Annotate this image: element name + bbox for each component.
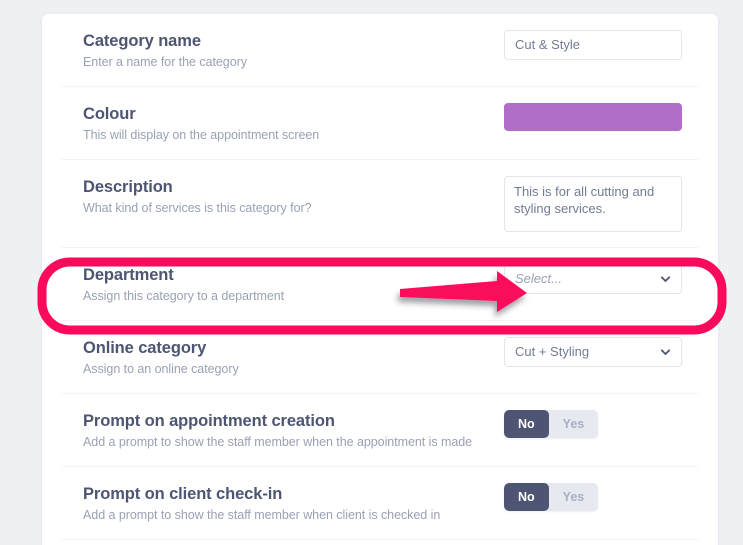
toggle-option-no[interactable]: No (504, 410, 549, 438)
row-prompt-client-check-in: Prompt on client check-in Add a prompt t… (62, 467, 698, 540)
row-control: Cut & Style (504, 30, 682, 60)
row-title: Prompt on appointment creation (83, 412, 335, 430)
toggle-option-yes[interactable]: Yes (549, 483, 599, 511)
row-control: This is for all cutting and styling serv… (504, 176, 682, 232)
row-prompt-appointment-creation: Prompt on appointment creation Add a pro… (62, 394, 698, 467)
row-department: Department Assign this category to a dep… (62, 248, 698, 321)
prompt-appointment-creation-toggle[interactable]: No Yes (504, 410, 599, 438)
row-control: Cut + Styling (504, 337, 682, 367)
department-select[interactable]: Select... (504, 264, 682, 294)
row-subtitle: Add a prompt to show the staff member wh… (83, 435, 473, 449)
row-label-group: Description What kind of services is thi… (62, 176, 504, 217)
row-label-group: Prompt on client check-in Add a prompt t… (62, 483, 504, 524)
chevron-down-icon (660, 349, 671, 355)
row-category-name: Category name Enter a name for the categ… (62, 14, 698, 87)
row-title: Description (83, 178, 173, 196)
row-title: Category name (83, 32, 201, 50)
row-subtitle: Assign to an online category (83, 362, 239, 376)
row-label-group: Online category Assign to an online cate… (62, 337, 504, 378)
row-prompt-completed-payment: Prompt on completed payment Add a prompt… (62, 540, 698, 545)
row-control: Select... (504, 264, 682, 294)
row-label-group: Colour This will display on the appointm… (62, 103, 504, 144)
row-colour: Colour This will display on the appointm… (62, 87, 698, 160)
page-root: Category name Enter a name for the categ… (0, 0, 743, 545)
row-control: No Yes (504, 483, 682, 511)
row-subtitle: Enter a name for the category (83, 55, 247, 69)
row-subtitle: Assign this category to a department (83, 289, 285, 303)
category-settings-card: Category name Enter a name for the categ… (42, 14, 718, 545)
department-select-value: Select... (515, 271, 562, 286)
row-label-group: Category name Enter a name for the categ… (62, 30, 504, 71)
row-label-group: Prompt on appointment creation Add a pro… (62, 410, 504, 451)
row-subtitle: What kind of services is this category f… (83, 201, 312, 215)
online-category-select-value: Cut + Styling (515, 344, 590, 359)
row-description: Description What kind of services is thi… (62, 160, 698, 248)
online-category-select[interactable]: Cut + Styling (504, 337, 682, 367)
chevron-down-icon (660, 276, 671, 282)
row-label-group: Department Assign this category to a dep… (62, 264, 504, 305)
row-subtitle: This will display on the appointment scr… (83, 128, 320, 142)
category-name-input[interactable]: Cut & Style (504, 30, 682, 60)
row-control (504, 103, 682, 131)
row-online-category: Online category Assign to an online cate… (62, 321, 698, 394)
row-control: No Yes (504, 410, 682, 438)
description-textarea[interactable]: This is for all cutting and styling serv… (504, 176, 682, 232)
row-subtitle: Add a prompt to show the staff member wh… (83, 508, 441, 522)
prompt-client-check-in-toggle[interactable]: No Yes (504, 483, 599, 511)
colour-swatch[interactable] (504, 103, 682, 131)
row-title: Online category (83, 339, 207, 357)
row-title: Prompt on client check-in (83, 485, 283, 503)
toggle-option-no[interactable]: No (504, 483, 549, 511)
row-title: Department (83, 266, 174, 284)
toggle-option-yes[interactable]: Yes (549, 410, 599, 438)
row-title: Colour (83, 105, 136, 123)
